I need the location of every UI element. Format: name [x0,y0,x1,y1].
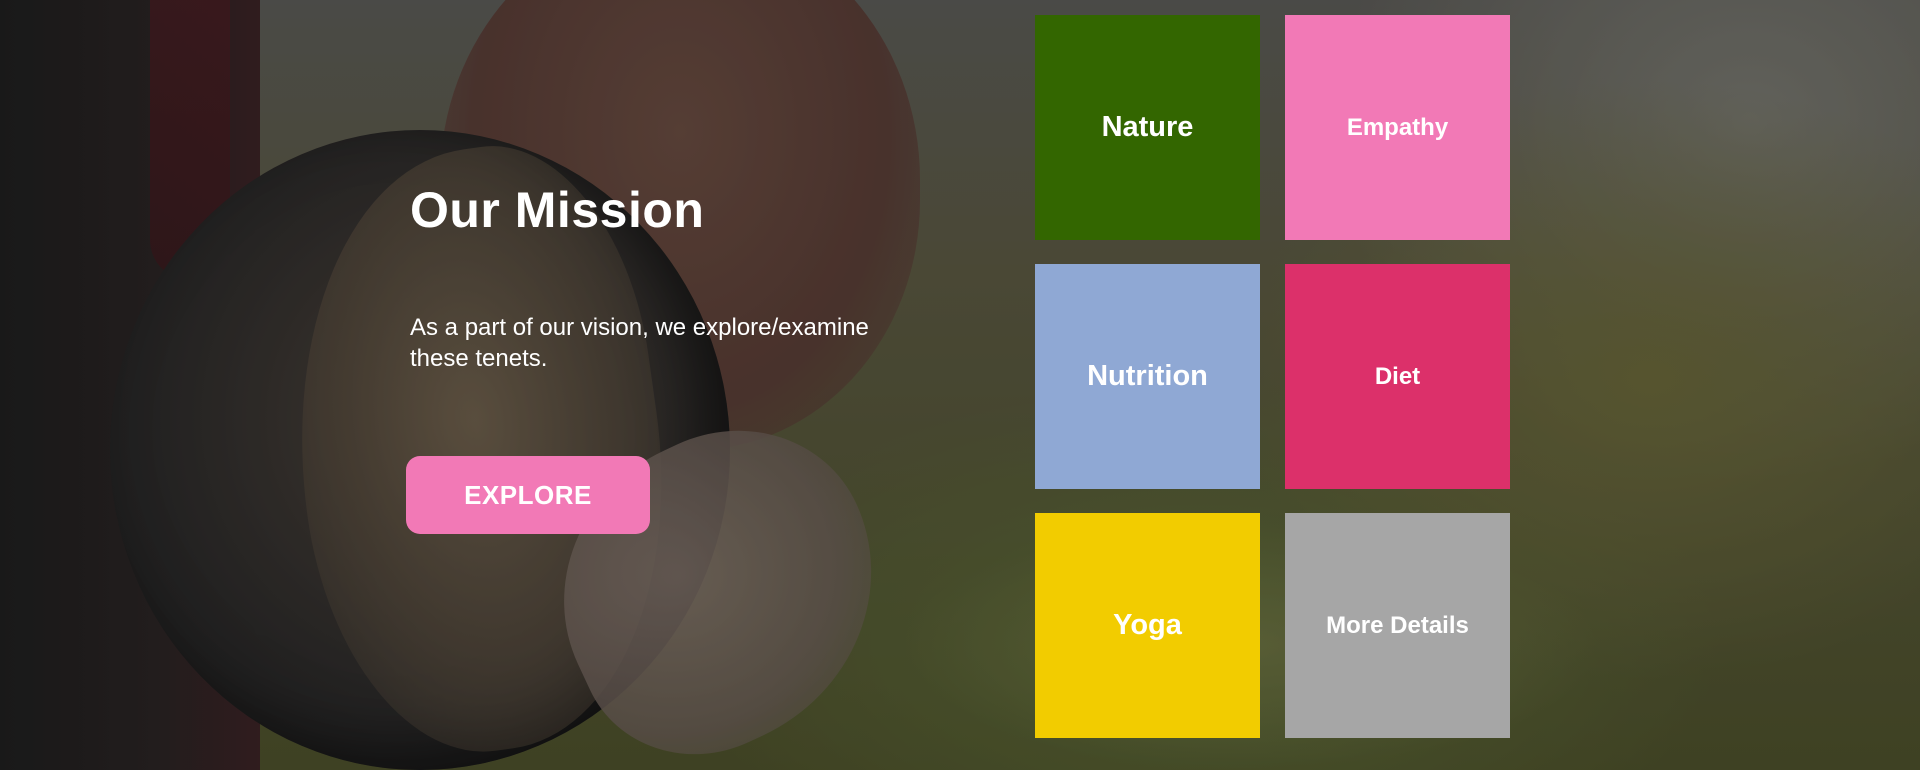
background-overlay [0,0,1920,770]
tile-label: Diet [1374,362,1421,390]
tile-label: Nature [1101,111,1194,143]
tile-label: Yoga [1113,609,1182,641]
tenets-grid: Nature Empathy Nutrition Diet Yoga More … [1035,15,1511,738]
tile-nature[interactable]: Nature [1035,15,1260,240]
tile-empathy[interactable]: Empathy [1285,15,1510,240]
mission-title: Our Mission [410,182,705,238]
hero-section: Our Mission As a part of our vision, we … [0,0,1920,770]
tile-diet[interactable]: Diet [1285,264,1510,489]
mission-description: As a part of our vision, we explore/exam… [410,314,869,372]
tile-nutrition[interactable]: Nutrition [1035,264,1260,489]
mission-content: Our Mission As a part of our vision, we … [410,180,930,374]
tile-label: Nutrition [1087,360,1208,392]
tile-label: More Details [1326,611,1469,639]
tile-label: Empathy [1346,113,1449,141]
tile-more-details[interactable]: More Details [1285,513,1510,738]
explore-button[interactable]: EXPLORE [406,456,650,534]
tile-yoga[interactable]: Yoga [1035,513,1260,738]
